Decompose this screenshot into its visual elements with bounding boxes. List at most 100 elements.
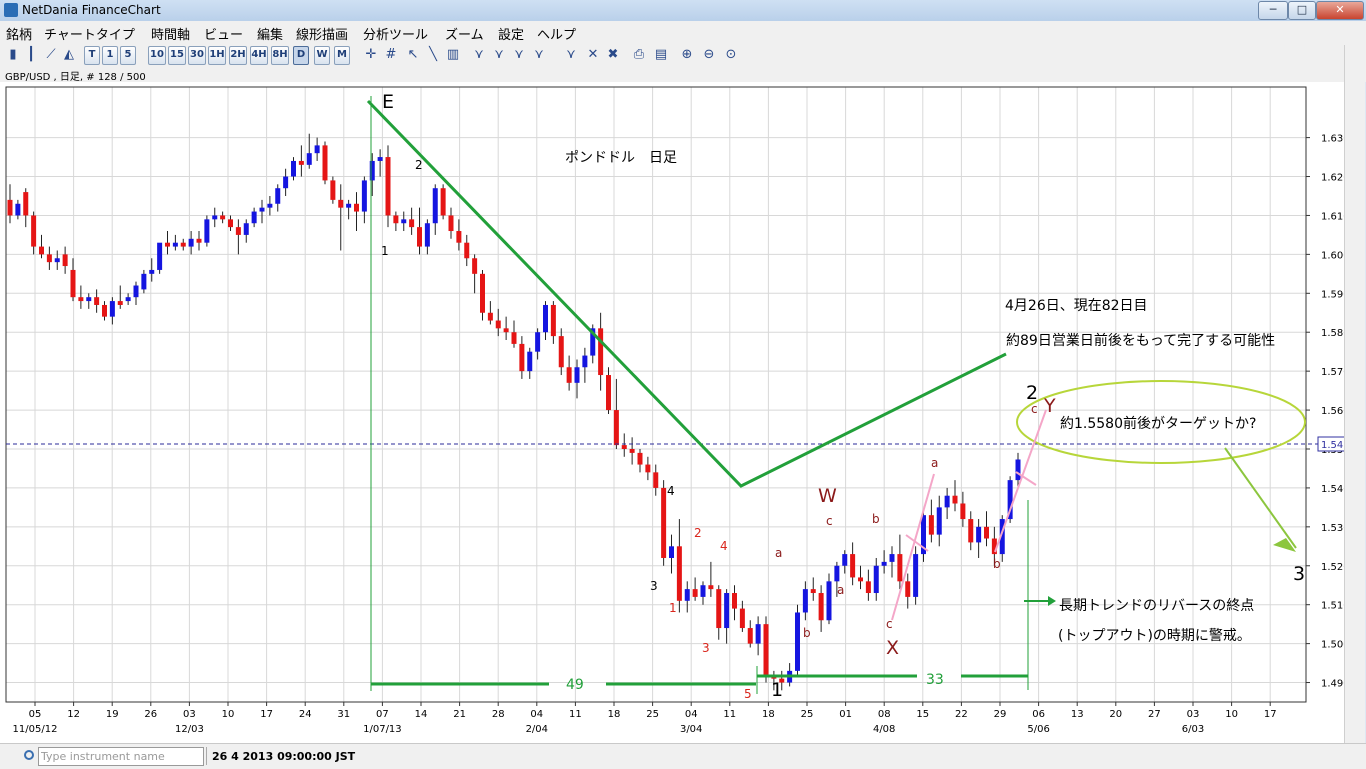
menu-zoom[interactable]: ズーム <box>445 24 484 43</box>
close-button[interactable]: ✕ <box>1316 1 1364 20</box>
candle-body <box>275 188 281 204</box>
candle-body <box>637 452 643 465</box>
zoom-reset-icon[interactable]: ⊙ <box>722 46 740 64</box>
candle-body <box>109 301 115 317</box>
candle-body <box>346 203 352 208</box>
x-month-label: 3/04 <box>680 724 702 735</box>
menu-bar: 銘柄 チャートタイプ 時間軸 ビュー 編集 線形描画 分析ツール ズーム 設定 … <box>0 21 1366 43</box>
x-month-label: 12/03 <box>175 724 204 735</box>
instrument-search-input[interactable] <box>38 747 204 766</box>
delete-icon[interactable]: ✕ <box>584 46 602 64</box>
menu-instrument[interactable]: 銘柄 <box>6 24 32 43</box>
x-tick-label: 31 <box>337 709 350 720</box>
candle-body <box>503 328 509 333</box>
y-tick-label: 1.6000 <box>1321 250 1344 261</box>
timeframe-1m-button[interactable]: 1 <box>102 46 118 65</box>
line-chart-icon[interactable]: ⟋ <box>42 46 60 64</box>
candle-body <box>117 301 123 305</box>
timeframe-monthly-button[interactable]: M <box>334 46 350 65</box>
timeframe-8h-button[interactable]: 8H <box>271 46 289 65</box>
minimize-button[interactable]: ─ <box>1258 1 1288 20</box>
candle-body <box>23 192 29 216</box>
candle-body <box>984 526 989 539</box>
candlestick-chart-icon[interactable]: ▮ <box>4 46 22 64</box>
candle-body <box>810 589 816 594</box>
menu-help[interactable]: ヘルプ <box>537 24 576 43</box>
candle-body <box>724 593 730 629</box>
chart-area[interactable]: 1.6300 1.6200 1.6100 1.6000 1.5900 1.5800 1.57… <box>0 82 1344 743</box>
timeframe-2h-button[interactable]: 2H <box>229 46 247 65</box>
timeframe-30m-button[interactable]: 30 <box>188 46 206 65</box>
candle-body <box>393 215 399 224</box>
timeframe-15m-button[interactable]: 15 <box>168 46 186 65</box>
vertical-scrollbar[interactable] <box>1344 45 1365 743</box>
timeframe-daily-button[interactable]: D <box>293 46 309 65</box>
timeframe-tick-button[interactable]: T <box>84 46 100 65</box>
print-icon[interactable]: ⎙ <box>630 46 648 64</box>
indicator-icon[interactable]: ▥ <box>444 46 462 64</box>
crosshair-icon[interactable]: ✛ <box>362 46 380 64</box>
candle-body <box>606 375 611 411</box>
x-tick-label: 29 <box>994 709 1007 720</box>
trend-tool-4-icon[interactable]: ⋎ <box>530 46 548 64</box>
x-tick-label: 27 <box>1148 709 1161 720</box>
zoom-out-icon[interactable]: ⊖ <box>700 46 718 64</box>
grid-icon[interactable]: # <box>382 46 400 64</box>
candle-body <box>70 269 76 298</box>
candle-body <box>133 285 139 298</box>
search-icon <box>24 750 34 760</box>
candle-body <box>424 223 430 247</box>
note-completion: 約89日営業日前後をもって完了する可能性 <box>1006 332 1275 349</box>
candle-body <box>259 207 265 212</box>
zoom-in-icon[interactable]: ⊕ <box>678 46 696 64</box>
candle-body <box>700 585 706 597</box>
candle-body <box>251 211 257 224</box>
menu-analysis-tools[interactable]: 分析ツール <box>363 24 428 43</box>
wave-2-label: 2 <box>1026 382 1038 404</box>
x-tick-label: 26 <box>144 709 157 720</box>
x-tick-label: 08 <box>878 709 891 720</box>
current-price-tag: 1.5473 <box>1317 436 1344 452</box>
menu-chart-type[interactable]: チャートタイプ <box>44 24 135 43</box>
delete-line-icon[interactable]: ⋎ <box>562 46 580 64</box>
trend-tool-3-icon[interactable]: ⋎ <box>510 46 528 64</box>
candle-body <box>968 519 974 543</box>
menu-settings[interactable]: 設定 <box>498 24 524 43</box>
menu-line-drawing[interactable]: 線形描画 <box>296 24 348 43</box>
area-chart-icon[interactable]: ◭ <box>60 46 78 64</box>
timeframe-5m-button[interactable]: 5 <box>120 46 136 65</box>
x-tick-label: 22 <box>955 709 968 720</box>
candle-body <box>204 219 210 243</box>
timeframe-1h-button[interactable]: 1H <box>208 46 226 65</box>
bar-chart-icon[interactable]: ┃ <box>22 46 40 64</box>
candle-body <box>873 565 879 594</box>
candle-body <box>905 581 911 597</box>
maximize-button[interactable]: □ <box>1288 1 1316 20</box>
menu-edit[interactable]: 編集 <box>257 24 283 43</box>
candle-body <box>220 215 226 220</box>
y-tick-label: 1.5900 <box>1321 289 1344 300</box>
red-wave-4-label: 4 <box>720 539 728 553</box>
print-preview-icon[interactable]: ▤ <box>652 46 670 64</box>
chart-title: ポンドドル 日足 <box>565 150 677 166</box>
x-tick-label: 04 <box>530 709 543 720</box>
timeframe-weekly-button[interactable]: W <box>314 46 330 65</box>
x-month-label: 4/08 <box>873 724 895 735</box>
candle-body <box>550 304 556 337</box>
timeframe-4h-button[interactable]: 4H <box>250 46 268 65</box>
trend-tool-2-icon[interactable]: ⋎ <box>490 46 508 64</box>
delete-all-icon[interactable]: ✖ <box>604 46 622 64</box>
x-tick-label: 24 <box>299 709 312 720</box>
candle-body <box>291 160 296 177</box>
candle-body <box>338 199 344 208</box>
candle-body <box>94 297 100 305</box>
trend-tool-1-icon[interactable]: ⋎ <box>470 46 488 64</box>
timeframe-10m-button[interactable]: 10 <box>148 46 166 65</box>
red-wave-5-label: 5 <box>744 687 752 701</box>
pointer-icon[interactable]: ↖ <box>404 46 422 64</box>
y-tick-label: 1.6200 <box>1321 173 1344 184</box>
draw-line-icon[interactable]: ╲ <box>424 46 442 64</box>
candle-body <box>755 624 761 644</box>
menu-timeframe[interactable]: 時間軸 <box>151 24 190 43</box>
menu-view[interactable]: ビュー <box>204 24 243 43</box>
